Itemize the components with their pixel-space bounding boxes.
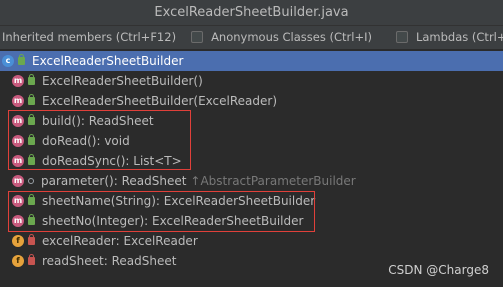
class-icon: c [2, 55, 14, 67]
tree-item-label: parameter(): ReadSheet [41, 174, 187, 188]
tree-item[interactable]: f excelReader: ExcelReader [0, 231, 503, 251]
public-icon [18, 54, 25, 65]
tree-item-label: excelReader: ExcelReader [42, 234, 198, 248]
tree-item-label: ExcelReaderSheetBuilder() [42, 74, 203, 88]
inherited-from-label: ↑AbstractParameterBuilder [190, 174, 356, 188]
method-icon: m [12, 75, 24, 87]
field-icon: f [12, 255, 24, 267]
tree-item[interactable]: m parameter(): ReadSheet ↑AbstractParame… [0, 171, 503, 191]
tree-item-label: readSheet: ReadSheet [42, 254, 177, 268]
highlight-box-sheet-methods [8, 191, 315, 232]
field-icon: f [12, 235, 24, 247]
tree-root-label: ExcelReaderSheetBuilder [32, 54, 184, 68]
window-title: ExcelReaderSheetBuilder.java [154, 5, 349, 20]
tree-item[interactable]: m ExcelReaderSheetBuilder() [0, 71, 503, 91]
anonymous-classes-label: Anonymous Classes (Ctrl+I) [211, 30, 372, 44]
private-icon [28, 234, 35, 245]
structure-tree: c ExcelReaderSheetBuilder m ExcelReaderS… [0, 49, 503, 287]
anonymous-classes-option[interactable]: Anonymous Classes (Ctrl+I) [191, 30, 372, 44]
lambdas-checkbox[interactable] [395, 31, 408, 43]
tree-root-class[interactable]: c ExcelReaderSheetBuilder [0, 51, 503, 71]
highlight-box-build-methods [8, 110, 191, 170]
inherited-members-label[interactable]: Inherited members (Ctrl+F12) [2, 30, 176, 44]
anonymous-classes-checkbox[interactable] [191, 31, 204, 43]
method-icon: m [12, 175, 24, 187]
public-icon [28, 94, 35, 105]
public-icon [28, 74, 35, 85]
options-bar: Inherited members (Ctrl+F12) Anonymous C… [0, 26, 503, 48]
private-icon [28, 254, 35, 265]
window-title-bar: ExcelReaderSheetBuilder.java [0, 0, 503, 26]
tree-item[interactable]: m ExcelReaderSheetBuilder(ExcelReader) [0, 91, 503, 111]
lambdas-option[interactable]: Lambdas (Ctrl+L) [395, 30, 503, 44]
method-icon: m [12, 95, 24, 107]
protected-icon [28, 178, 34, 184]
watermark: CSDN @Charge8 [388, 263, 489, 277]
lambdas-label: Lambdas (Ctrl+L) [415, 30, 503, 44]
tree-item-label: ExcelReaderSheetBuilder(ExcelReader) [42, 94, 278, 108]
